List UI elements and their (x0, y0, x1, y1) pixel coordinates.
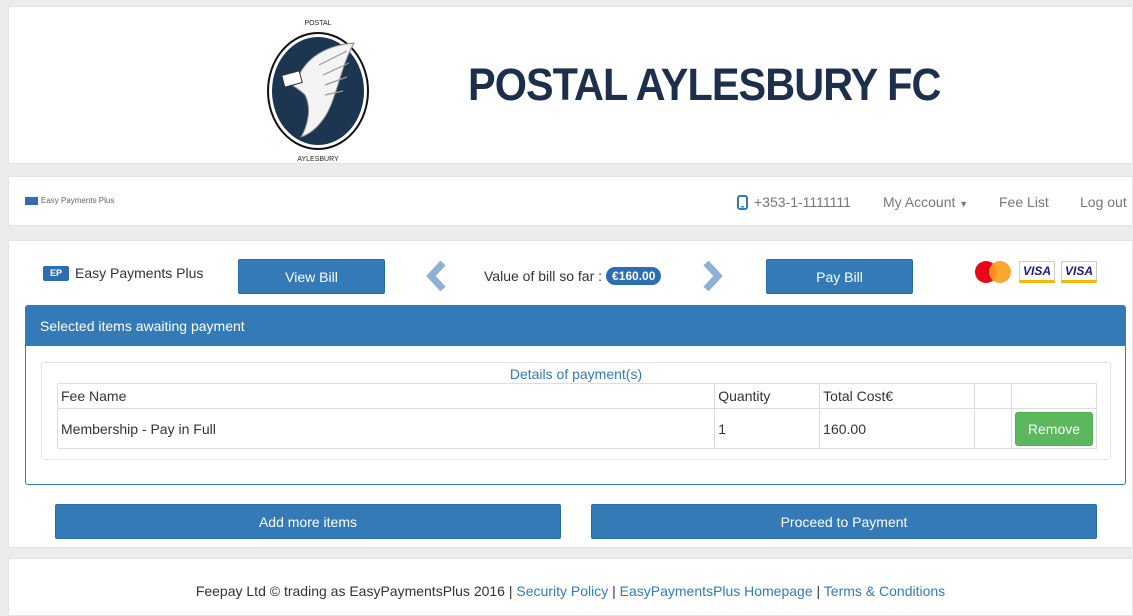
club-logo: POSTAL AYLESBURY (259, 15, 377, 163)
card-logos: VISA VISA (975, 261, 1098, 283)
proceed-to-payment-button[interactable]: Proceed to Payment (591, 504, 1097, 539)
easy-payments-brand: EP Easy Payments Plus (43, 265, 203, 281)
top-navbar: Easy Payments Plus +353-1-1111111 My Acc… (8, 176, 1133, 226)
brand-logo-icon (25, 196, 38, 205)
payment-panel-heading: Selected items awaiting payment (26, 306, 1125, 346)
column-header-action (1010, 383, 1098, 409)
add-more-items-button[interactable]: Add more items (55, 504, 561, 539)
cell-quantity: 1 (714, 408, 821, 449)
nav-phone-label: +353-1-1111111 (754, 194, 851, 210)
homepage-link[interactable]: EasyPaymentsPlus Homepage (620, 583, 813, 599)
cell-total-cost: 160.00 (819, 408, 976, 449)
bill-value: Value of bill so far : €160.00 (484, 267, 662, 285)
nav-phone[interactable]: +353-1-1111111 (737, 194, 851, 210)
main-content: EP Easy Payments Plus View Bill Value of… (8, 240, 1133, 548)
phone-icon (737, 194, 748, 210)
footer-separator: | (612, 583, 616, 599)
footer: Feepay Ltd © trading as EasyPaymentsPlus… (8, 558, 1133, 616)
column-header-total-cost: Total Cost€ (819, 383, 976, 409)
nav-fee-list[interactable]: Fee List (999, 194, 1049, 210)
column-header-blank (974, 383, 1012, 409)
header-banner: POSTAL AYLESBURY POSTAL AYLESBURY FC (8, 6, 1133, 164)
cell-action: Remove (1010, 408, 1098, 449)
footer-separator: | (816, 583, 821, 599)
logo-bottom-text: AYLESBURY (297, 156, 339, 163)
nav-my-account-dropdown[interactable]: My Account ▼ (883, 194, 968, 210)
remove-button[interactable]: Remove (1014, 411, 1093, 446)
column-header-fee-name: Fee Name (56, 383, 716, 409)
mastercard-icon (975, 261, 1013, 283)
navbar-brand-label: Easy Payments Plus (41, 196, 115, 205)
pay-bill-button[interactable]: Pay Bill (766, 259, 913, 294)
chevron-left-icon[interactable] (425, 260, 447, 292)
details-title: Details of payment(s) (509, 366, 643, 382)
footer-text: Feepay Ltd © trading as EasyPaymentsPlus… (9, 583, 1132, 599)
column-header-quantity: Quantity (714, 383, 821, 409)
cell-fee-name: Membership - Pay in Full (56, 408, 716, 449)
view-bill-button[interactable]: View Bill (238, 259, 385, 294)
table-header-row: Fee Name Quantity Total Cost€ (56, 383, 1098, 409)
visa-electron-icon: VISA (1019, 261, 1056, 283)
chevron-right-icon[interactable] (702, 260, 724, 292)
bill-value-label: Value of bill so far : (484, 268, 603, 284)
navbar-brand[interactable]: Easy Payments Plus (25, 196, 114, 205)
nav-my-account-label: My Account (883, 194, 956, 210)
payment-table: Fee Name Quantity Total Cost€ Membership… (56, 383, 1098, 449)
club-title: POSTAL AYLESBURY FC (468, 59, 941, 110)
ep-logo-icon: EP (43, 265, 69, 281)
payment-details-box: Details of payment(s) Fee Name Quantity … (41, 362, 1111, 460)
logo-top-text: POSTAL (304, 20, 331, 27)
security-policy-link[interactable]: Security Policy (516, 583, 608, 599)
payment-panel: Selected items awaiting payment Details … (25, 305, 1126, 485)
terms-link[interactable]: Terms & Conditions (824, 583, 945, 599)
visa-icon: VISA (1061, 261, 1098, 283)
nav-log-out[interactable]: Log out (1080, 194, 1127, 210)
bill-amount-badge: €160.00 (606, 267, 662, 285)
footer-copyright: Feepay Ltd © trading as EasyPaymentsPlus… (195, 583, 513, 599)
ep-brand-label: Easy Payments Plus (75, 265, 204, 281)
table-row: Membership - Pay in Full 1 160.00 Remove (56, 408, 1098, 449)
cell-blank (974, 408, 1012, 449)
caret-down-icon: ▼ (959, 199, 969, 209)
